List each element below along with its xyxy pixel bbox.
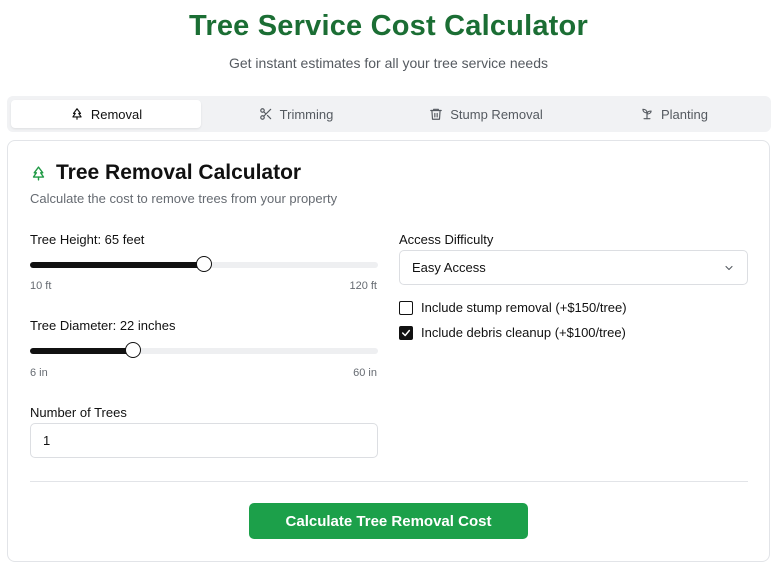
tree-diameter-max-label: 60 in [353, 367, 377, 379]
divider [30, 481, 748, 482]
tree-height-slider-fill [30, 262, 204, 268]
tree-icon [70, 107, 91, 121]
tree-diameter-slider-fill [30, 348, 134, 354]
card-description: Calculate the cost to remove trees from … [30, 191, 338, 206]
page: Tree Service Cost Calculator Get instant… [0, 0, 777, 567]
tab-removal[interactable]: Removal [11, 100, 201, 128]
chevron-down-icon [723, 262, 735, 274]
tree-height-max-label: 120 ft [349, 280, 377, 292]
tab-label: Planting [661, 106, 708, 122]
scissors-icon [259, 107, 280, 121]
tree-diameter-slider-thumb[interactable] [125, 342, 142, 358]
access-difficulty-value: Easy Access [412, 260, 486, 275]
tree-diameter-label: Tree Diameter: 22 inches [30, 318, 176, 333]
tab-trimming[interactable]: Trimming [201, 100, 391, 128]
tab-label: Stump Removal [450, 106, 543, 122]
tab-stump-removal[interactable]: Stump Removal [391, 100, 581, 128]
tree-height-slider[interactable] [30, 256, 378, 272]
number-of-trees-input[interactable] [30, 423, 378, 458]
trash-icon [429, 107, 450, 121]
tree-height-slider-thumb[interactable] [196, 256, 212, 272]
tree-height-min-label: 10 ft [30, 280, 52, 292]
stump-removal-checkbox[interactable] [399, 300, 413, 315]
card-title: Tree Removal Calculator [30, 161, 301, 185]
debris-cleanup-option-label: Include debris cleanup (+$100/tree) [421, 325, 626, 340]
checkmark-icon [401, 328, 411, 338]
tree-height-label: Tree Height: 65 feet [30, 232, 145, 247]
tab-label: Removal [90, 106, 143, 122]
tab-label: Trimming [279, 106, 334, 122]
debris-cleanup-checkbox[interactable] [399, 325, 413, 340]
tree-diameter-min-label: 6 in [30, 367, 48, 379]
service-tabs: Removal Trimming Stump Removal Planting [7, 96, 771, 132]
page-title: Tree Service Cost Calculator [189, 10, 588, 42]
number-of-trees-label: Number of Trees [30, 405, 127, 420]
access-difficulty-label: Access Difficulty [399, 232, 494, 247]
tree-diameter-slider[interactable] [30, 342, 378, 358]
removal-calculator-card: Tree Removal Calculator Calculate the co… [7, 140, 770, 562]
stump-removal-option[interactable]: Include stump removal (+$150/tree) [399, 300, 627, 315]
stump-removal-option-label: Include stump removal (+$150/tree) [421, 300, 627, 315]
access-difficulty-select[interactable]: Easy Access [399, 250, 748, 285]
debris-cleanup-option[interactable]: Include debris cleanup (+$100/tree) [399, 325, 626, 340]
tab-planting[interactable]: Planting [581, 100, 767, 128]
card-title-text: Tree Removal Calculator [56, 161, 302, 184]
tree-icon [30, 165, 56, 182]
calculate-removal-cost-button[interactable]: Calculate Tree Removal Cost [249, 503, 528, 539]
page-subtitle: Get instant estimates for all your tree … [228, 55, 549, 71]
sprout-icon [640, 107, 661, 121]
